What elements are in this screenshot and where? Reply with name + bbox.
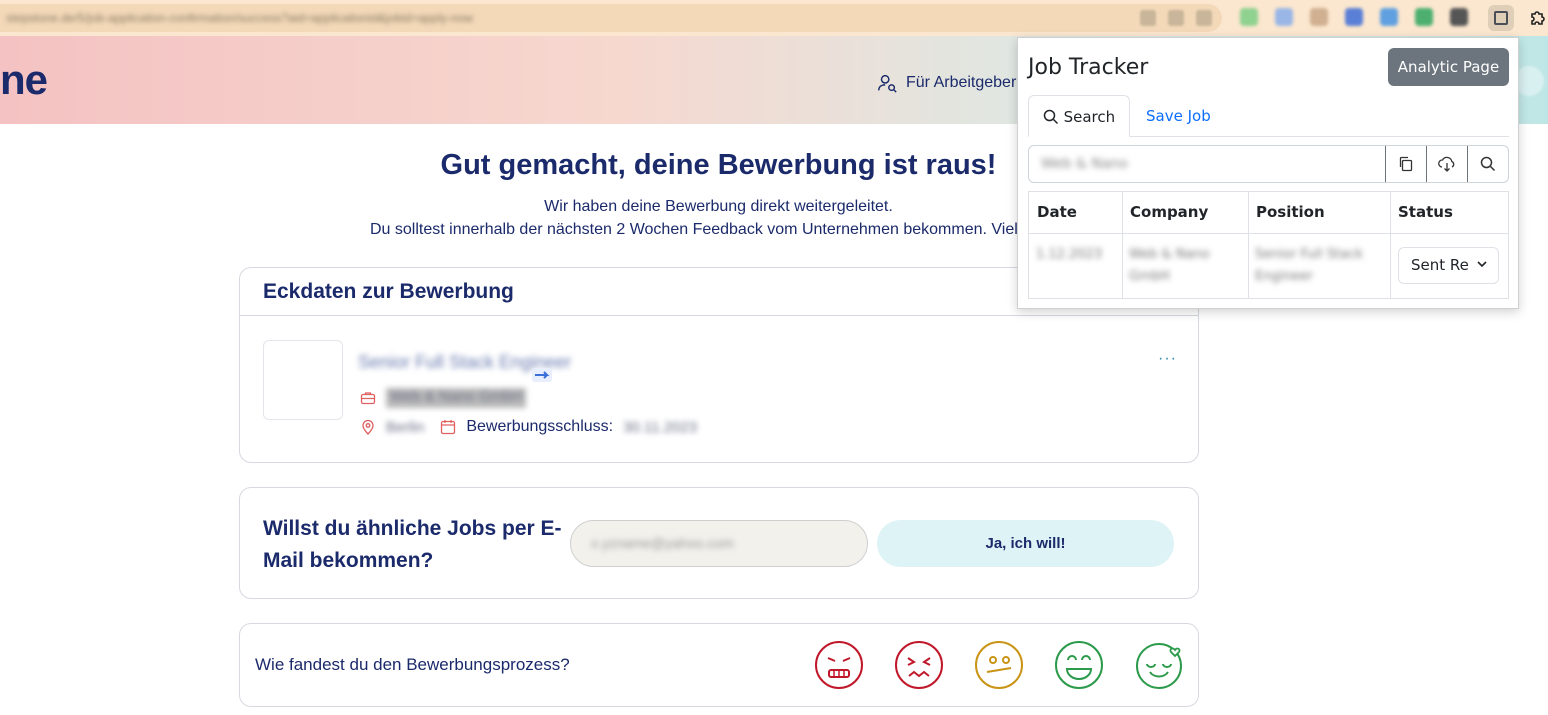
location-value: Berlin (386, 418, 425, 436)
company-logo (263, 340, 343, 420)
job-tracker-popup: Job Tracker Analytic Page Search Save Jo… (1017, 37, 1519, 309)
location-row: Berlin Bewerbungsschluss: 30.11.2023 (360, 418, 697, 436)
search-icon (1043, 109, 1058, 125)
job-table: Date Company Position Status 1.12.2023 W… (1028, 191, 1509, 299)
tab-search[interactable]: Search (1028, 95, 1130, 137)
location-pin-icon (362, 419, 374, 435)
status-value: Sent Re (1411, 256, 1469, 274)
love-face-icon[interactable] (1134, 640, 1184, 690)
feedback-text: Du solltest innerhalb der nächsten 2 Woc… (370, 221, 1018, 238)
browser-toolbar: stepstone.de/5/job-application-confirmat… (0, 0, 1548, 36)
table-cell-position: Senior Full Stack Engineer (1248, 233, 1390, 298)
job-alert-question: Willst du ähnliche Jobs per E-Mail bekom… (263, 517, 562, 572)
share-icon[interactable] (1168, 10, 1184, 26)
company-row: Web & Nano GmbH (360, 388, 527, 408)
search-icon (1480, 156, 1496, 172)
table-cell-date: 1.12.2023 (1029, 233, 1122, 298)
copy-button[interactable] (1385, 146, 1426, 182)
table-cell-company: Web & Nano GmbH (1122, 233, 1248, 298)
neutral-face-icon[interactable] (974, 640, 1024, 690)
employer-link-label: Für Arbeitgeber (906, 74, 1017, 91)
table-header-date: Date (1037, 203, 1077, 221)
site-logo[interactable]: ne (0, 56, 48, 104)
tab-search-label: Search (1063, 108, 1116, 126)
tab-save-job[interactable]: Save Job (1146, 95, 1211, 137)
details-title: Eckdaten zur Bewerbung (263, 280, 514, 303)
extension-icon[interactable] (1345, 8, 1363, 26)
popup-tabs: Search Save Job (1028, 95, 1509, 137)
table-header-status: Status (1398, 203, 1453, 221)
extension-icon[interactable] (1275, 8, 1293, 26)
bookmark-icon[interactable] (1196, 10, 1212, 26)
status-select[interactable]: Sent Re (1398, 247, 1499, 284)
job-alert-card: Willst du ähnliche Jobs per E-Mail bekom… (239, 487, 1199, 599)
rating-card: Wie fandest du den Bewerbungsprozess? (239, 623, 1199, 707)
extensions-puzzle-icon[interactable] (1528, 8, 1548, 28)
sad-face-icon[interactable] (894, 640, 944, 690)
happy-face-icon[interactable] (1054, 640, 1104, 690)
subscribe-button[interactable]: Ja, ich will! (877, 520, 1174, 567)
divider (240, 315, 1198, 316)
extension-icon[interactable] (1310, 8, 1328, 26)
search-button[interactable] (1467, 146, 1508, 182)
address-bar-icons (1140, 10, 1212, 26)
extension-icons (1240, 8, 1468, 26)
search-value: Web & Nano (1041, 156, 1128, 172)
translate-icon[interactable] (1140, 10, 1156, 26)
rating-question: Wie fandest du den Bewerbungsprozess? (255, 655, 570, 674)
url-text: stepstone.de/5/job-application-confirmat… (6, 11, 473, 25)
download-button[interactable] (1426, 146, 1467, 182)
table-header-position: Position (1256, 203, 1325, 221)
chevron-down-icon (1476, 248, 1488, 283)
job-tracker-extension-icon[interactable] (1488, 5, 1514, 31)
deadline-label: Bewerbungsschluss: (466, 418, 614, 435)
deadline-value: 30.11.2023 (623, 418, 698, 436)
user-search-icon (878, 74, 897, 93)
popup-title: Job Tracker (1028, 55, 1149, 80)
extension-icon[interactable] (1380, 8, 1398, 26)
very-angry-face-icon[interactable] (814, 640, 864, 690)
table-header-company: Company (1130, 203, 1209, 221)
company-name[interactable]: Web & Nano GmbH (386, 388, 527, 408)
extension-icon[interactable] (1450, 8, 1468, 26)
search-input[interactable]: Web & Nano (1028, 145, 1509, 183)
employer-link[interactable]: Für Arbeitgeber (876, 72, 1016, 94)
briefcase-icon (360, 392, 376, 405)
drag-cursor-icon (532, 368, 552, 382)
calendar-icon (441, 420, 456, 435)
address-bar[interactable]: stepstone.de/5/job-application-confirmat… (0, 4, 1222, 32)
more-options-icon[interactable]: ··· (1158, 350, 1177, 368)
copy-icon (1399, 156, 1413, 172)
extension-icon[interactable] (1240, 8, 1258, 26)
email-value: x.yzname@yahoo.com (591, 535, 734, 551)
analytic-page-button[interactable]: Analytic Page (1388, 48, 1509, 86)
extension-icon[interactable] (1415, 8, 1433, 26)
email-field[interactable]: x.yzname@yahoo.com (570, 520, 868, 567)
cloud-download-icon (1438, 156, 1455, 172)
